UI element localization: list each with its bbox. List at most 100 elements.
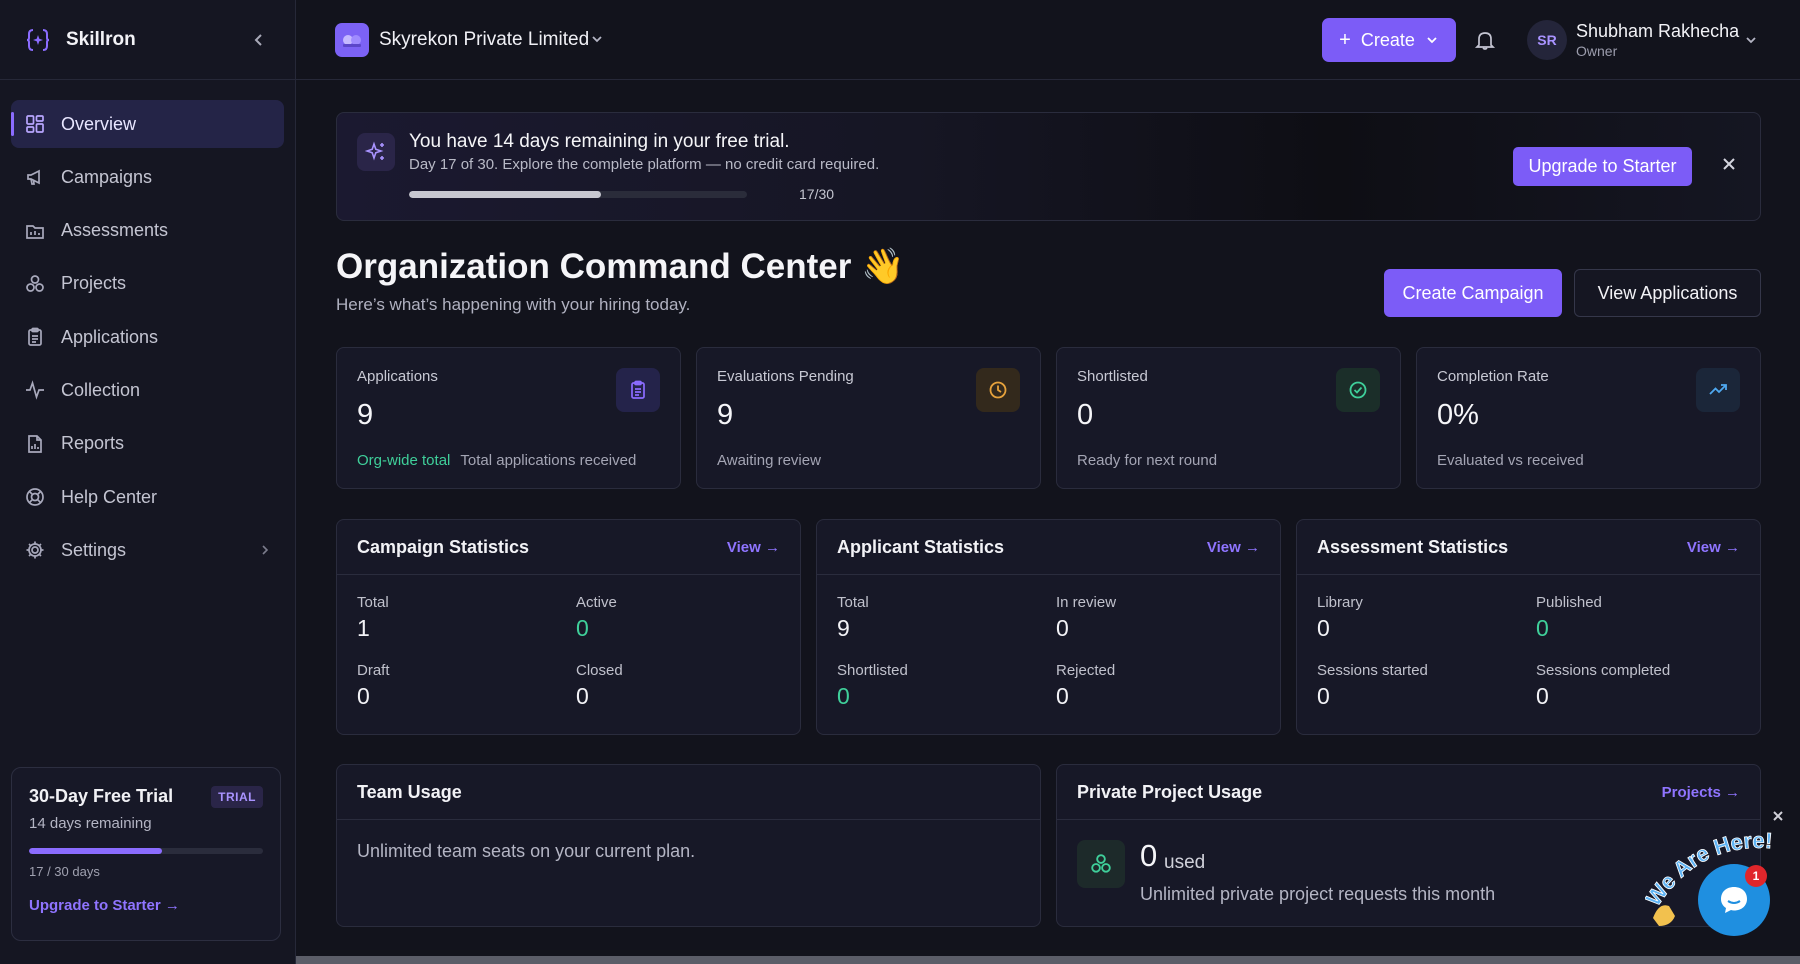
- sidebar-item-settings[interactable]: Settings: [11, 526, 284, 574]
- page-subtitle: Here’s what’s happening with your hiring…: [336, 295, 691, 314]
- banner-progress-fill: [409, 191, 601, 198]
- project-usage-text: Unlimited private project requests this …: [1140, 884, 1496, 904]
- stat-footnote: Evaluated vs received: [1437, 452, 1584, 469]
- sidebar-item-reports[interactable]: Reports: [11, 420, 284, 468]
- project-used-label: used: [1164, 852, 1206, 873]
- stat-value: 9: [357, 399, 374, 431]
- stat-label: Completion Rate: [1437, 368, 1549, 385]
- panel-applicant-statistics: Applicant Statistics View → Total 9 In r…: [816, 519, 1281, 735]
- collapse-sidebar-button[interactable]: [247, 28, 271, 52]
- org-logo[interactable]: [335, 23, 369, 57]
- main-content: You have 14 days remaining in your free …: [296, 80, 1800, 964]
- chevron-down-icon[interactable]: [590, 32, 604, 46]
- stat-label: Applications: [357, 368, 438, 385]
- metric-draft: Draft 0: [357, 662, 390, 709]
- sidebar-item-label: Reports: [61, 433, 125, 454]
- stat-value: 0%: [1437, 399, 1479, 431]
- sidebar: Skillron Overview Campaigns Assessments …: [0, 0, 296, 964]
- sidebar-item-projects[interactable]: Projects: [11, 260, 284, 308]
- metric-sessions-started: Sessions started 0: [1317, 662, 1428, 709]
- stat-card-evaluations-pending: Evaluations Pending 9 Awaiting review: [696, 347, 1041, 489]
- horizontal-scrollbar[interactable]: [296, 956, 1800, 964]
- create-button[interactable]: + Create: [1322, 18, 1456, 62]
- panel-header: Campaign Statistics View →: [337, 520, 800, 575]
- sidebar-item-label: Campaigns: [61, 166, 153, 187]
- stat-card-completion-rate: Completion Rate 0% Evaluated vs received: [1416, 347, 1761, 489]
- upgrade-to-starter-button[interactable]: Upgrade to Starter: [1513, 147, 1692, 186]
- close-icon[interactable]: [1772, 810, 1784, 822]
- cluster-icon: [26, 275, 44, 292]
- upgrade-to-starter-link[interactable]: Upgrade to Starter →: [29, 897, 263, 914]
- avatar[interactable]: SR: [1527, 20, 1567, 60]
- metric-shortlisted: Shortlisted 0: [837, 662, 908, 709]
- brand: Skillron: [0, 0, 295, 80]
- top-header: Skyrekon Private Limited + Create SR Shu…: [296, 0, 1800, 80]
- create-button-label: Create: [1360, 29, 1415, 50]
- sidebar-item-applications[interactable]: Applications: [11, 313, 284, 361]
- banner-progress-count: 17/30: [799, 186, 835, 202]
- panel-title: Private Project Usage: [1077, 781, 1263, 802]
- trial-progress-bar: [29, 848, 263, 854]
- stat-footnote: Ready for next round: [1077, 452, 1218, 469]
- view-applicants-link[interactable]: View →: [1207, 539, 1260, 556]
- sidebar-item-label: Assessments: [61, 220, 169, 241]
- panel-header: Team Usage: [337, 765, 1040, 820]
- chevron-down-icon: [1427, 37, 1437, 44]
- trial-days-remaining: 14 days remaining: [29, 815, 152, 832]
- metric-in-review: In review 0: [1056, 594, 1117, 641]
- sidebar-item-label: Settings: [61, 539, 127, 560]
- sidebar-item-collection[interactable]: Collection: [11, 366, 284, 414]
- stat-card-shortlisted: Shortlisted 0 Ready for next round: [1056, 347, 1401, 489]
- clipboard-icon: [616, 368, 660, 412]
- chat-notification-badge: 1: [1745, 865, 1767, 887]
- sidebar-item-campaigns[interactable]: Campaigns: [11, 153, 284, 201]
- panel-title: Team Usage: [357, 781, 462, 802]
- user-role: Owner: [1576, 43, 1618, 59]
- panel-title: Assessment Statistics: [1317, 536, 1509, 557]
- stat-accent: Org-wide total: [357, 452, 451, 469]
- sidebar-item-help-center[interactable]: Help Center: [11, 473, 284, 521]
- panel-header: Applicant Statistics View →: [817, 520, 1280, 575]
- close-icon[interactable]: [1721, 156, 1737, 172]
- stat-label: Shortlisted: [1077, 368, 1148, 385]
- clock-icon: [976, 368, 1020, 412]
- stat-card-applications: Applications 9 Org-wide total Total appli…: [336, 347, 681, 489]
- chevron-down-icon[interactable]: [1744, 33, 1758, 47]
- pulse-icon: [26, 380, 44, 401]
- chart-folder-icon: [26, 224, 44, 239]
- report-icon: [28, 434, 42, 453]
- view-assessments-link[interactable]: View →: [1687, 539, 1740, 556]
- trial-day-count: 17 / 30 days: [29, 864, 100, 879]
- view-applications-button[interactable]: View Applications: [1574, 269, 1761, 317]
- org-switcher[interactable]: Skyrekon Private Limited: [379, 29, 589, 51]
- plus-icon: +: [1339, 28, 1351, 51]
- panel-title: Campaign Statistics: [357, 536, 530, 557]
- user-name[interactable]: Shubham Rakhecha: [1576, 21, 1739, 42]
- page-title: Organization Command Center 👋: [336, 247, 905, 286]
- sidebar-item-label: Help Center: [61, 486, 158, 507]
- stat-value: 9: [717, 399, 734, 431]
- clipboard-icon: [28, 327, 42, 347]
- banner-progress-bar: [409, 191, 747, 198]
- banner-subtitle: Day 17 of 30. Explore the complete platf…: [409, 156, 880, 173]
- sidebar-item-assessments[interactable]: Assessments: [11, 207, 284, 255]
- gear-icon: [26, 541, 44, 559]
- megaphone-icon: [27, 169, 40, 186]
- view-campaigns-link[interactable]: View →: [727, 539, 780, 556]
- trend-up-icon: [1696, 368, 1740, 412]
- stat-label: Evaluations Pending: [717, 368, 854, 385]
- panel-campaign-statistics: Campaign Statistics View → Total 1 Activ…: [336, 519, 801, 735]
- create-campaign-button[interactable]: Create Campaign: [1384, 269, 1562, 317]
- trial-card: 30-Day Free Trial TRIAL 14 days remainin…: [11, 767, 281, 941]
- projects-link[interactable]: Projects →: [1662, 784, 1740, 801]
- panel-header: Assessment Statistics View →: [1297, 520, 1760, 575]
- sidebar-item-label: Applications: [61, 326, 159, 347]
- bell-icon[interactable]: [1474, 29, 1496, 51]
- grid-icon: [26, 115, 44, 133]
- sidebar-item-overview[interactable]: Overview: [11, 100, 284, 148]
- cluster-icon: [1077, 840, 1125, 888]
- stat-footnote: Org-wide total Total applications receive…: [357, 452, 637, 469]
- metric-rejected: Rejected 0: [1056, 662, 1116, 709]
- check-circle-icon: [1336, 368, 1380, 412]
- brand-logo-icon: [24, 26, 52, 54]
